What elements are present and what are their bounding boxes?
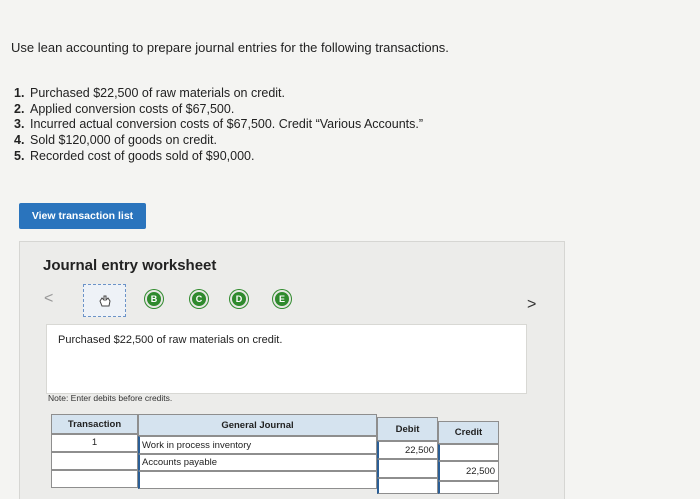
next-entry-chevron-icon[interactable]: > xyxy=(527,296,536,314)
prev-entry-chevron-icon[interactable]: < xyxy=(44,290,53,308)
table-row-transaction-cell xyxy=(51,452,138,470)
worksheet-title: Journal entry worksheet xyxy=(43,257,217,274)
header-transaction: Transaction xyxy=(51,414,138,434)
transaction-description: Purchased $22,500 of raw materials on cr… xyxy=(58,334,283,346)
header-general-journal: General Journal xyxy=(138,414,377,436)
account-input[interactable] xyxy=(138,471,377,489)
journal-entry-worksheet: Journal entry worksheet < B C D E Purcha… xyxy=(19,241,565,499)
view-transaction-list-button[interactable]: View transaction list xyxy=(19,203,146,229)
list-item: 4. Sold $120,000 of goods on credit. xyxy=(14,133,217,148)
hand-pointer-icon xyxy=(98,295,111,306)
question-text: Use lean accounting to prepare journal e… xyxy=(11,40,449,55)
account-input[interactable]: Accounts payable xyxy=(138,454,377,471)
step-c-button[interactable]: C xyxy=(190,290,208,308)
table-row-transaction-cell: 1 xyxy=(51,434,138,452)
debit-input[interactable]: 22,500 xyxy=(377,441,438,459)
credit-input[interactable] xyxy=(438,481,499,494)
step-b-button[interactable]: B xyxy=(145,290,163,308)
credit-input[interactable] xyxy=(438,444,499,461)
header-credit: Credit xyxy=(438,421,499,444)
header-debit: Debit xyxy=(377,417,438,441)
general-journal-table: Transaction General Journal Debit Credit… xyxy=(51,414,503,494)
account-input[interactable]: Work in process inventory xyxy=(138,436,377,454)
transaction-description-box: Purchased $22,500 of raw materials on cr… xyxy=(46,324,527,394)
debit-input[interactable] xyxy=(377,459,438,478)
transaction-list: 1. Purchased $22,500 of raw materials on … xyxy=(14,86,423,165)
list-item: 2. Applied conversion costs of $67,500. xyxy=(14,101,235,116)
debit-input[interactable] xyxy=(377,478,438,494)
step-e-button[interactable]: E xyxy=(273,290,291,308)
list-item: 1. Purchased $22,500 of raw materials on … xyxy=(14,86,285,100)
list-item: 5. Recorded cost of goods sold of $90,000… xyxy=(14,148,255,163)
current-step-tab[interactable] xyxy=(83,284,126,317)
credit-input[interactable]: 22,500 xyxy=(438,461,499,481)
note-text: Note: Enter debits before credits. xyxy=(48,393,173,403)
list-item: 3. Incurred actual conversion costs of $6… xyxy=(14,117,424,132)
table-row-transaction-cell xyxy=(51,470,138,488)
step-d-button[interactable]: D xyxy=(230,290,248,308)
